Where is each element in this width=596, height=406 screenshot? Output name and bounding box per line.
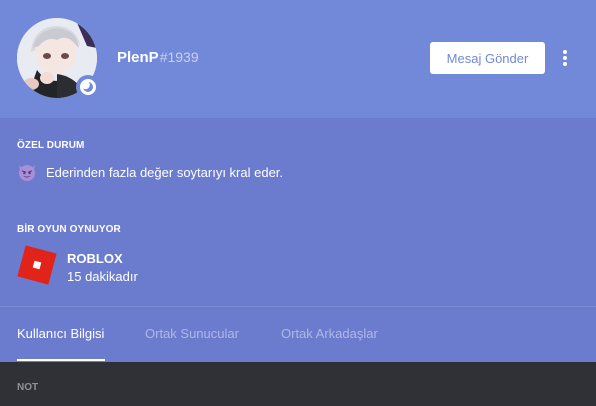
discriminator: #1939 (159, 49, 199, 65)
more-dot (563, 50, 567, 54)
tab-mutual-servers[interactable]: Ortak Sunucular (145, 326, 239, 341)
game-name: ROBLOX (67, 251, 123, 266)
send-message-button[interactable]: Mesaj Gönder (430, 42, 545, 74)
active-tab-indicator (17, 359, 105, 361)
smiling-imp-icon (17, 162, 37, 182)
game-elapsed-time: 15 dakikadır (67, 269, 138, 284)
activity-title: BİR OYUN OYNUYOR (17, 224, 121, 235)
avatar[interactable] (17, 18, 100, 99)
custom-status-title: ÖZEL DURUM (17, 140, 85, 151)
custom-status: Ederinden fazla değer soytarıyı kral ede… (17, 162, 283, 182)
user-profile-modal: PlenP#1939 Mesaj Gönder ÖZEL DURUM Ederi… (0, 0, 596, 406)
more-dot (563, 56, 567, 60)
note-title: NOT (17, 382, 39, 393)
tab-mutual-friends[interactable]: Ortak Arkadaşlar (281, 326, 378, 341)
more-dot (563, 62, 567, 66)
profile-tabs: Kullanıcı Bilgisi Ortak Sunucular Ortak … (0, 307, 596, 362)
tab-user-info[interactable]: Kullanıcı Bilgisi (17, 326, 104, 341)
more-vertical-icon[interactable] (557, 48, 573, 68)
game-info: ROBLOX 15 dakikadır (67, 242, 138, 286)
idle-moon-icon (76, 75, 100, 99)
custom-status-text: Ederinden fazla değer soytarıyı kral ede… (46, 164, 284, 180)
username: PlenP#1939 (117, 49, 199, 66)
activity-game: ROBLOX 15 dakikadır (17, 242, 138, 286)
roblox-logo-icon (17, 242, 57, 286)
profile-header: PlenP#1939 Mesaj Gönder (0, 0, 596, 118)
note-section: NOT (0, 362, 596, 406)
username-text: PlenP (117, 49, 159, 66)
